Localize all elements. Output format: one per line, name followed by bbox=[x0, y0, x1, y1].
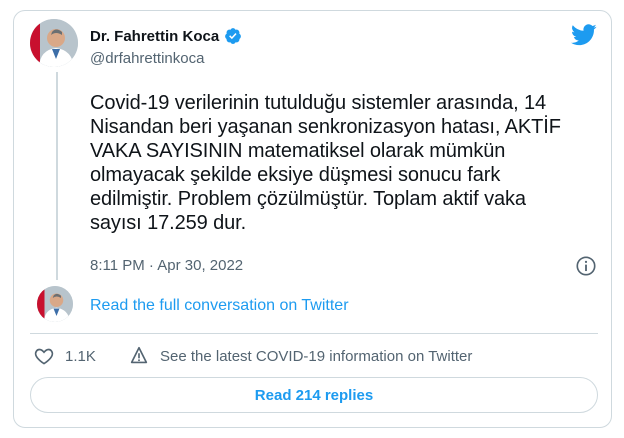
author-name[interactable]: Dr. Fahrettin Koca bbox=[90, 28, 219, 45]
twitter-bird-icon[interactable] bbox=[571, 24, 597, 46]
tweet-text: Covid-19 verilerinin tutulduğu sistemler… bbox=[90, 92, 561, 234]
read-full-conversation-link[interactable]: Read the full conversation on Twitter bbox=[90, 297, 349, 315]
author-name-row[interactable]: Dr. Fahrettin Koca bbox=[90, 27, 242, 45]
covid-info-link[interactable]: See the latest COVID-19 information on T… bbox=[128, 345, 472, 367]
verified-badge-icon bbox=[225, 28, 242, 44]
tweet-timestamp[interactable]: 8:11 PM · Apr 30, 2022 bbox=[90, 257, 243, 274]
covid-info-icon bbox=[130, 346, 148, 364]
covid-info-label: See the latest COVID-19 information on T… bbox=[160, 347, 473, 365]
conversation-avatar[interactable] bbox=[37, 286, 73, 322]
read-replies-button[interactable]: Read 214 replies bbox=[30, 377, 598, 413]
author-avatar[interactable] bbox=[30, 19, 78, 67]
heart-icon bbox=[34, 348, 54, 365]
author-handle[interactable]: @drfahrettinkoca bbox=[90, 50, 204, 67]
like-button[interactable]: 1.1K bbox=[33, 345, 96, 367]
thread-connector-line bbox=[56, 72, 58, 280]
like-count: 1.1K bbox=[65, 347, 96, 365]
divider bbox=[30, 333, 598, 334]
info-icon[interactable] bbox=[575, 255, 597, 277]
